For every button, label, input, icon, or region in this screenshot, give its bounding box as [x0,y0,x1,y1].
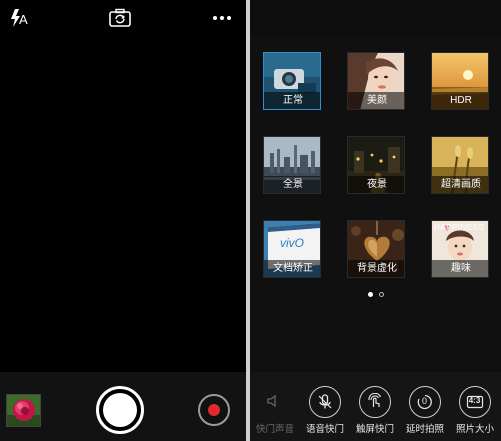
more-icon[interactable] [211,10,233,24]
speaker-icon [259,386,291,418]
camera-bottom-bar [0,372,246,441]
tool-label: 延时拍照 [405,424,444,435]
mode-label: 夜景 [348,176,404,193]
camera-preview-screen: A [0,0,246,441]
tool-label: 语音快门 [305,424,344,435]
photo-size-toggle[interactable]: 4:3 照片大小 [450,386,500,438]
timer-toggle[interactable]: 0 延时拍照 [400,386,450,438]
tool-label: 照片大小 [455,424,494,435]
flash-auto-icon[interactable]: A [8,7,30,29]
microphone-icon [309,386,341,418]
mode-label: 文档矫正 [264,260,320,277]
timer-value: 0 [421,396,427,406]
shutter-button-inner [103,393,137,427]
tool-label: 快门声音 [255,424,294,435]
page-dot-active[interactable] [367,292,373,297]
mode-panorama[interactable]: 全景 [263,136,321,194]
photo-size-value: 4:3 [468,396,481,405]
mode-top-bar [250,0,501,36]
fun-overlay-text: HAPPINESS [434,223,485,232]
tool-label: 触屏快门 [355,424,394,435]
mode-ultra-hd[interactable]: 超清画质 [431,136,489,194]
mode-bokeh[interactable]: 背景虚化 [347,220,405,278]
switch-camera-icon[interactable] [108,7,132,29]
mode-label: 背景虚化 [348,260,404,277]
mode-label: 超清画质 [432,176,488,193]
timer-icon: 0 [409,386,441,418]
voice-shutter-toggle[interactable]: 语音快门 [300,386,350,438]
mode-beauty[interactable]: 美颜 [347,52,405,110]
camera-top-bar: A [0,0,246,36]
mode-document[interactable]: vivO 文档矫正 [263,220,321,278]
touch-icon [359,386,391,418]
mode-grid: 正常 美颜 HDR 全景 夜景 超清画质 vivO 文档矫正 背景虚化 HAPP… [250,36,501,372]
shutter-sound-toggle[interactable]: 快门声音 [250,386,300,438]
mode-fun[interactable]: HAPPINESS 趣味 [431,220,489,278]
mode-selection-screen: 正常 美颜 HDR 全景 夜景 超清画质 vivO 文档矫正 背景虚化 HAPP… [250,0,501,441]
video-record-button[interactable] [198,394,230,426]
viewfinder[interactable] [0,36,246,372]
shutter-button[interactable] [96,386,144,434]
mode-normal[interactable]: 正常 [263,52,321,110]
document-logo-text: vivO [280,236,304,250]
mode-label: 美颜 [348,92,404,109]
touch-shutter-toggle[interactable]: 触屏快门 [350,386,400,438]
flash-mode-label: A [19,12,28,27]
mode-label: 趣味 [432,260,488,277]
mode-label: 全景 [264,176,320,193]
mode-bottom-toolbar: 快门声音 语音快门 触屏快门 0 延时拍照 4:3 照片大小 [250,372,501,441]
gallery-thumbnail[interactable] [6,394,41,427]
mode-night[interactable]: 夜景 [347,136,405,194]
mode-label: HDR [432,92,488,109]
page-dot-inactive[interactable] [378,292,384,297]
aspect-ratio-icon: 4:3 [459,386,491,418]
video-record-icon [208,404,220,416]
mode-label: 正常 [264,92,320,109]
mode-hdr[interactable]: HDR [431,52,489,110]
page-indicator [250,292,501,297]
